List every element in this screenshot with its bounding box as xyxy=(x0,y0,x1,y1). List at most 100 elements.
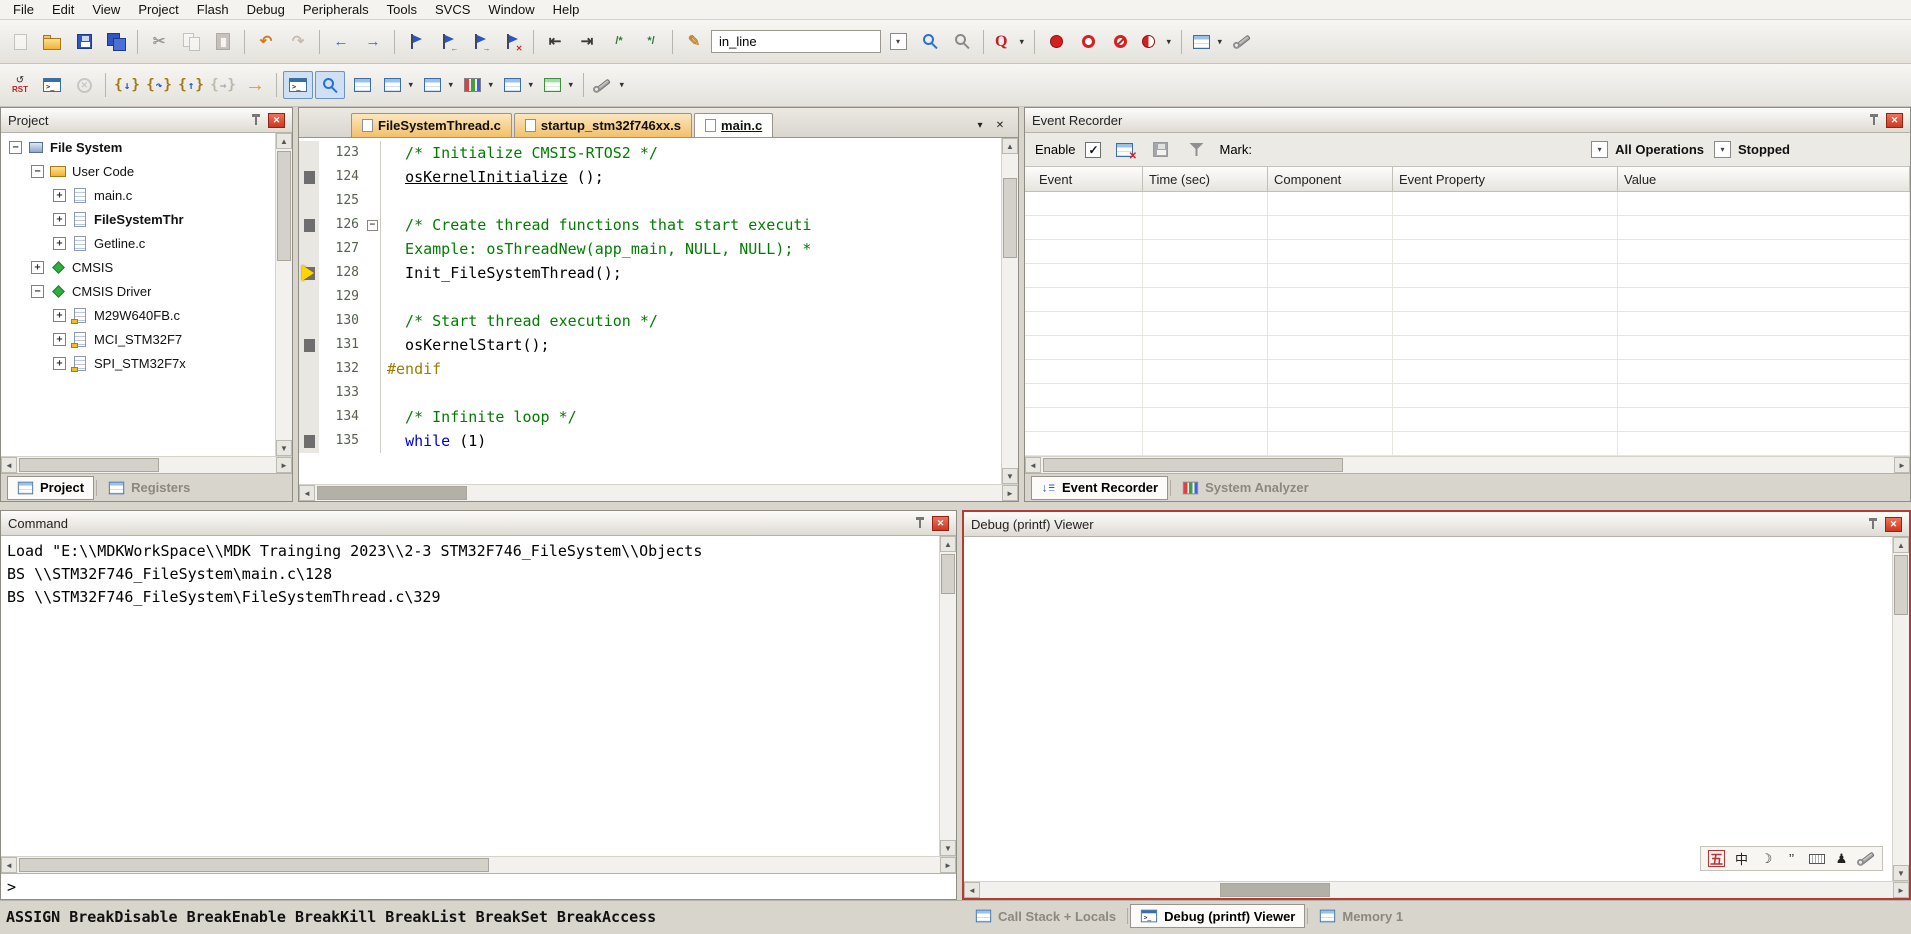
window-layout-icon[interactable] xyxy=(1188,28,1226,56)
insert-output-window-icon[interactable] xyxy=(37,71,67,99)
tree-item[interactable]: −User Code xyxy=(1,159,275,183)
tab-memory-1[interactable]: Memory 1 xyxy=(1310,904,1412,928)
scroll-down-icon[interactable] xyxy=(276,440,292,456)
tree-expander-icon[interactable]: + xyxy=(53,213,66,226)
breakpoint-margin[interactable] xyxy=(299,165,319,189)
disassembly-window-icon[interactable] xyxy=(315,71,345,99)
comment-icon[interactable]: /* xyxy=(604,28,634,56)
tree-item[interactable]: +FileSystemThr xyxy=(1,207,275,231)
operations-filter-combo[interactable]: All Operations xyxy=(1591,141,1704,158)
system-viewer-icon[interactable] xyxy=(539,71,577,99)
scroll-thumb[interactable] xyxy=(317,486,467,500)
scroll-down-icon[interactable] xyxy=(940,840,956,856)
ime-soft-keyboard-icon[interactable] xyxy=(1808,850,1825,867)
ime-band-icon[interactable]: ♟ xyxy=(1833,850,1850,867)
uncomment-icon[interactable]: */ xyxy=(636,28,666,56)
navigate-back-icon[interactable]: ← xyxy=(326,28,356,56)
scroll-up-icon[interactable] xyxy=(1893,537,1909,553)
tab-event-recorder[interactable]: Event Recorder xyxy=(1031,476,1168,500)
menu-svcs[interactable]: SVCS xyxy=(426,1,479,18)
new-file-icon[interactable] xyxy=(5,28,35,56)
breakpoint-margin[interactable] xyxy=(299,285,319,309)
insert-breakpoint-icon[interactable] xyxy=(1041,28,1071,56)
scroll-thumb[interactable] xyxy=(1043,458,1343,472)
ime-settings-icon[interactable] xyxy=(1858,850,1875,867)
quick-find-icon[interactable]: Q xyxy=(990,28,1028,56)
save-all-icon[interactable] xyxy=(101,28,131,56)
pin-icon[interactable] xyxy=(1868,113,1880,127)
menu-edit[interactable]: Edit xyxy=(43,1,83,18)
watch-window-icon[interactable] xyxy=(419,71,457,99)
menu-view[interactable]: View xyxy=(83,1,129,18)
tab-project[interactable]: Project xyxy=(7,476,94,500)
memory-window-icon[interactable] xyxy=(499,71,537,99)
paste-icon[interactable] xyxy=(208,28,238,56)
scroll-up-icon[interactable] xyxy=(276,133,292,149)
scroll-left-icon[interactable] xyxy=(1025,457,1041,473)
stop-debug-icon[interactable] xyxy=(69,71,99,99)
bookmark-toggle-icon[interactable] xyxy=(401,28,431,56)
cut-icon[interactable]: ✂ xyxy=(144,28,174,56)
clear-events-icon[interactable] xyxy=(1111,138,1137,162)
scroll-down-icon[interactable] xyxy=(1893,865,1909,881)
run-icon[interactable]: → xyxy=(240,71,270,99)
registers-window-icon[interactable] xyxy=(379,71,417,99)
project-vscrollbar[interactable] xyxy=(275,133,292,456)
scroll-right-icon[interactable] xyxy=(1002,485,1018,501)
breakpoint-margin[interactable] xyxy=(299,261,319,285)
kill-breakpoints-icon[interactable] xyxy=(1105,28,1135,56)
scroll-up-icon[interactable] xyxy=(940,536,956,552)
tab-list-dropdown-icon[interactable] xyxy=(970,116,990,134)
breakpoint-margin[interactable] xyxy=(299,141,319,165)
unindent-icon[interactable]: ⇤ xyxy=(540,28,570,56)
breakpoint-margin[interactable] xyxy=(299,381,319,405)
pin-icon[interactable] xyxy=(914,516,926,530)
current-context-combo[interactable]: in_line xyxy=(711,30,881,53)
breakpoint-options-icon[interactable] xyxy=(1137,28,1175,56)
breakpoint-margin[interactable] xyxy=(299,357,319,381)
close-icon[interactable] xyxy=(268,113,285,128)
disable-breakpoint-icon[interactable] xyxy=(1073,28,1103,56)
scroll-thumb[interactable] xyxy=(19,458,159,472)
menu-debug[interactable]: Debug xyxy=(238,1,294,18)
debug-viewer-vscrollbar[interactable] xyxy=(1892,537,1909,881)
tree-item[interactable]: −File System xyxy=(1,135,275,159)
menu-file[interactable]: File xyxy=(4,1,43,18)
column-header-event-property[interactable]: Event Property xyxy=(1393,167,1618,191)
scroll-left-icon[interactable] xyxy=(1,457,17,473)
scroll-left-icon[interactable] xyxy=(299,485,315,501)
scroll-thumb[interactable] xyxy=(1220,883,1330,897)
close-icon[interactable] xyxy=(1885,517,1902,532)
breakpoint-margin[interactable] xyxy=(299,237,319,261)
command-window-icon[interactable] xyxy=(283,71,313,99)
tree-item[interactable]: +M29W640FB.c xyxy=(1,303,275,327)
save-icon[interactable] xyxy=(69,28,99,56)
save-events-icon[interactable] xyxy=(1147,138,1173,162)
command-hscrollbar[interactable] xyxy=(1,856,956,873)
tree-expander-icon[interactable]: + xyxy=(31,261,44,274)
close-document-icon[interactable] xyxy=(990,116,1010,134)
scroll-right-icon[interactable] xyxy=(940,857,956,873)
navigate-forward-icon[interactable]: → xyxy=(358,28,388,56)
recorder-state-combo[interactable]: Stopped xyxy=(1714,141,1790,158)
close-icon[interactable] xyxy=(932,516,949,531)
tree-expander-icon[interactable]: + xyxy=(53,189,66,202)
tree-expander-icon[interactable]: − xyxy=(31,165,44,178)
indent-icon[interactable]: ⇥ xyxy=(572,28,602,56)
menu-peripherals[interactable]: Peripherals xyxy=(294,1,378,18)
scroll-thumb[interactable] xyxy=(1003,178,1017,258)
bookmark-next-icon[interactable]: → xyxy=(465,28,495,56)
scroll-left-icon[interactable] xyxy=(1,857,17,873)
command-output[interactable]: Load "E:\\MDKWorkSpace\\MDK Trainging 20… xyxy=(1,536,939,856)
filter-icon[interactable] xyxy=(1183,138,1209,162)
scroll-right-icon[interactable] xyxy=(276,457,292,473)
breakpoint-margin[interactable] xyxy=(299,189,319,213)
redo-icon[interactable]: ↷ xyxy=(283,28,313,56)
tree-item[interactable]: −CMSIS Driver xyxy=(1,279,275,303)
tree-item[interactable]: +Getline.c xyxy=(1,231,275,255)
scroll-up-icon[interactable] xyxy=(1002,138,1018,154)
toolbox-icon[interactable] xyxy=(590,71,628,99)
copy-icon[interactable] xyxy=(176,28,206,56)
reset-cpu-icon[interactable]: ↺RST xyxy=(5,71,35,99)
ime-punctuation-icon[interactable]: ’’ xyxy=(1783,850,1800,867)
